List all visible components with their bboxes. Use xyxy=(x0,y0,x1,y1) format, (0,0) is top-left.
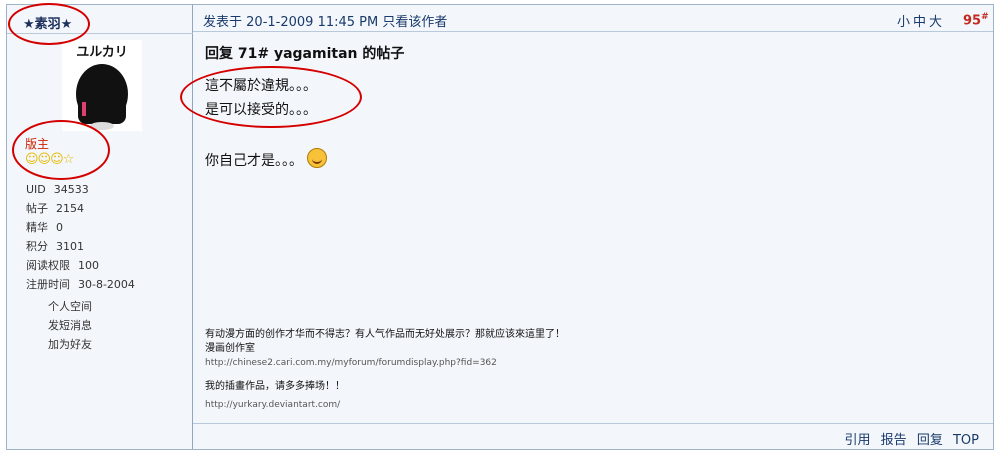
posted-label: 发表于 xyxy=(203,15,243,30)
post-timestamp: 20-1-2009 11:45 PM xyxy=(246,15,379,30)
link-send-message[interactable]: 发短消息 xyxy=(48,316,92,335)
floor-number[interactable]: 95# xyxy=(963,12,989,28)
signature-text: 漫画创作室 xyxy=(205,343,255,354)
post-meta: 发表于 20-1-2009 11:45 PM 只看该作者 xyxy=(203,11,447,30)
avatar-caption: ユルカリ xyxy=(76,45,128,60)
user-role: 版主 xyxy=(25,137,50,151)
reply-button[interactable]: 回复 xyxy=(917,433,943,448)
stat-row: UID 34533 xyxy=(26,183,89,196)
post-main: 发表于 20-1-2009 11:45 PM 只看该作者 小中大 95# 回复 … xyxy=(193,5,993,449)
font-size-controls: 小中大 xyxy=(897,11,945,30)
post-header: 发表于 20-1-2009 11:45 PM 只看该作者 小中大 95# xyxy=(193,5,993,32)
only-author-link[interactable]: 只看该作者 xyxy=(382,15,447,30)
user-links: 个人空间 发短消息 加为好友 xyxy=(48,297,92,354)
top-button[interactable]: TOP xyxy=(953,433,979,448)
font-medium-button[interactable]: 中 xyxy=(913,15,929,30)
post-message: 這不屬於違規。。。 是可以接受的。。。 xyxy=(205,74,317,122)
post-actions: 引用 报告 回复 TOP xyxy=(841,429,979,448)
link-add-friend[interactable]: 加为好友 xyxy=(48,335,92,354)
author-sidebar: ★素羽★ ユルカリ 版主 ☺☺☺☆ UID 34533 帖子 2154 精华 0 积分… xyxy=(7,5,193,449)
user-stats: UID 34533 帖子 2154 精华 0 积分 3101 阅读权限 100 注册时间 3… xyxy=(26,180,135,294)
stat-row: 精华 0 xyxy=(26,221,63,234)
avatar: ユルカリ xyxy=(62,40,142,131)
message-line: 這不屬於違規。。。 xyxy=(205,78,317,94)
divider xyxy=(7,33,193,34)
signature-text: 有动漫方面的创作才华而不得志？有人气作品而无好处展示？那就应该來這里了！ xyxy=(205,329,565,340)
message-line: 是可以接受的。。。 xyxy=(205,102,317,118)
stat-row: 积分 3101 xyxy=(26,240,84,253)
signature-link[interactable]: http://yurkary.deviantart.com/ xyxy=(205,398,965,412)
signature-link[interactable]: http://chinese2.cari.com.my/myforum/foru… xyxy=(205,356,965,370)
post-footer-divider xyxy=(193,423,993,424)
link-personal-space[interactable]: 个人空间 xyxy=(48,297,92,316)
font-large-button[interactable]: 大 xyxy=(929,15,945,30)
stat-row: 帖子 2154 xyxy=(26,202,84,215)
post-title: 回复 71# yagamitan 的帖子 xyxy=(205,46,405,62)
report-button[interactable]: 报告 xyxy=(881,433,907,448)
message-line-emote: 你自己才是。。。 xyxy=(205,148,327,170)
stat-row: 阅读权限 100 xyxy=(26,259,99,272)
signature: 有动漫方面的创作才华而不得志？有人气作品而无好处展示？那就应该來這里了！ 漫画创… xyxy=(205,327,965,412)
signature-text: 我的插畫作品，请多多捧场！！ xyxy=(205,381,345,392)
font-small-button[interactable]: 小 xyxy=(897,15,913,30)
stat-row: 注册时间 30-8-2004 xyxy=(26,278,135,291)
rank-stars-icon: ☺☺☺☆ xyxy=(25,152,74,167)
quote-button[interactable]: 引用 xyxy=(845,433,871,448)
laugh-emoticon-icon xyxy=(307,148,327,168)
post-container: ★素羽★ ユルカリ 版主 ☺☺☺☆ UID 34533 帖子 2154 精华 0 积分… xyxy=(6,4,994,450)
author-name[interactable]: ★素羽★ xyxy=(23,13,72,32)
